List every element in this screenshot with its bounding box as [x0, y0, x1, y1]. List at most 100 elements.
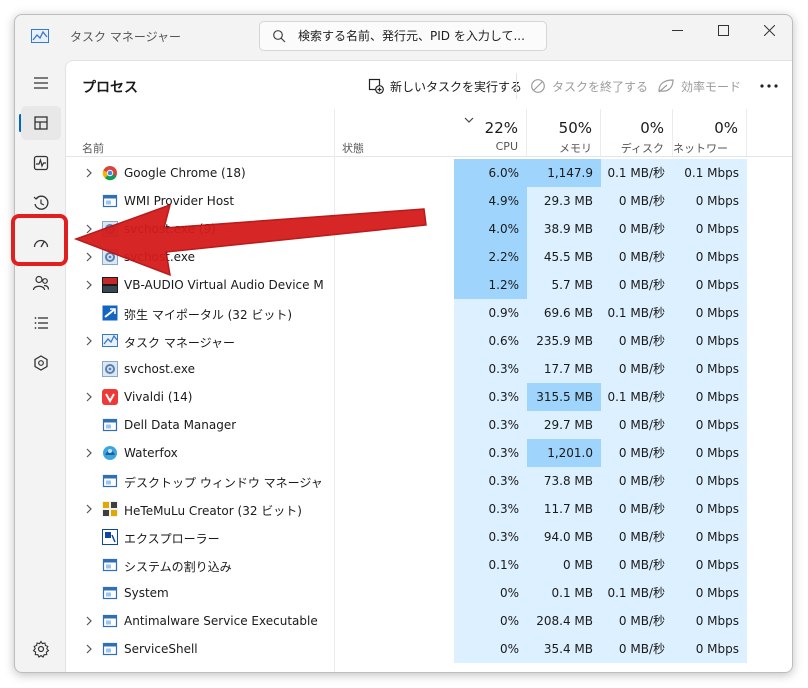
network-usage: 0 Mbps	[673, 355, 747, 383]
expand-chevron-right-icon[interactable]	[84, 447, 94, 459]
expand-chevron-right-icon[interactable]	[84, 391, 94, 403]
efficiency-mode-label: 効率モード	[681, 79, 742, 94]
process-row[interactable]: Antimalware Service Executable 0% 208.4 MB…	[66, 607, 792, 635]
close-button[interactable]	[747, 15, 791, 47]
memory-usage: 35.4 MB	[527, 635, 601, 663]
disk-usage: 0 MB/秒	[601, 187, 673, 215]
memory-usage: 0.1 MB	[527, 579, 601, 607]
memory-usage: 45.5 MB	[527, 243, 601, 271]
process-row[interactable]: ServiceShell 0% 35.4 MB 0 MB/秒 0 Mbps	[66, 635, 792, 663]
process-row[interactable]: システムの割り込み 0.1% 0 MB 0 MB/秒 0 Mbps	[66, 551, 792, 579]
more-options-icon[interactable]	[758, 77, 780, 95]
process-row[interactable]: WMI Provider Host 4.9% 29.3 MB 0 MB/秒 0 Mbps	[66, 187, 792, 215]
cpu-usage: 0.3%	[454, 411, 527, 439]
processes-panel: プロセス 新しいタスクを実行する タスクを終了する 効率モード 名前 状態 22…	[65, 60, 792, 672]
process-row[interactable]: VB-AUDIO Virtual Audio Device Mixi... 1.2…	[66, 271, 792, 299]
end-task-label: タスクを終了する	[552, 79, 649, 94]
vb-audio-icon	[102, 277, 118, 293]
column-header-memory[interactable]: 50% メモリ	[527, 109, 601, 156]
process-row[interactable]: Vivaldi (14) 0.3% 315.5 MB 0.1 MB/秒 0 Mbps	[66, 383, 792, 411]
close-icon	[764, 25, 775, 36]
search-icon	[273, 30, 286, 43]
disk-usage: 0 MB/秒	[601, 495, 673, 523]
minimize-button[interactable]	[655, 15, 699, 47]
nav-app-history[interactable]	[21, 186, 61, 220]
process-row[interactable]: HeTeMuLu Creator (32 ビット) 0.3% 11.7 MB 0 MB…	[66, 495, 792, 523]
process-row[interactable]: Waterfox 0.3%1,201.0 MB0 MB/秒0 Mbps	[66, 439, 792, 488]
column-header-cpu[interactable]: 22% CPU	[454, 109, 527, 156]
nav-settings[interactable]	[21, 632, 61, 666]
maximize-button[interactable]	[701, 15, 745, 47]
process-row[interactable]: svchost.exe (9) 4.0% 38.9 MB 0 MB/秒 0 Mbps	[66, 215, 792, 243]
expand-chevron-right-icon[interactable]	[84, 503, 94, 515]
memory-usage: 5.7 MB	[527, 271, 601, 299]
window-icon	[102, 418, 118, 432]
column-header-disk[interactable]: 0% ディスク	[601, 109, 673, 156]
nav-details[interactable]	[21, 306, 61, 340]
cpu-usage: 0%	[454, 635, 527, 663]
search-input[interactable]	[298, 26, 542, 46]
expand-chevron-right-icon[interactable]	[84, 279, 94, 291]
window-icon	[102, 474, 118, 488]
nav-startup-apps[interactable]	[21, 226, 61, 260]
cpu-usage: 0.1%	[454, 551, 527, 579]
search-box[interactable]	[259, 21, 547, 51]
process-row[interactable]: svchost.exe 0.3% 17.7 MB 0 MB/秒 0 Mbps	[66, 355, 792, 383]
process-row[interactable]: 弥生 マイポータル (32 ビット) 0.9% 69.6 MB 0.1 MB/秒 0 M…	[66, 299, 792, 327]
expand-chevron-right-icon[interactable]	[84, 335, 94, 347]
process-row[interactable]: svchost.exe 2.2% 45.5 MB 0 MB/秒 0 Mbps	[66, 243, 792, 271]
network-total: 0%	[714, 119, 738, 137]
process-row[interactable]: タスク マネージャー 0.6% 235.9 MB 0 MB/秒 0 Mbps	[66, 327, 792, 355]
column-header-name[interactable]: 名前	[66, 109, 334, 156]
expand-chevron-right-icon[interactable]	[84, 223, 94, 235]
cpu-usage: 0.9%	[454, 299, 527, 327]
disk-usage: 0.1 MB/秒	[601, 383, 673, 411]
disk-usage: 0 MB/秒	[601, 523, 673, 551]
gear-app-icon	[102, 361, 118, 377]
explorer-icon	[102, 529, 118, 545]
network-usage: 0 Mbps	[673, 523, 747, 551]
cpu-usage: 0.3%	[454, 495, 527, 523]
cpu-usage: 0.3%	[454, 467, 527, 495]
disk-usage: 0.1 MB/秒	[601, 579, 673, 607]
window-icon	[102, 642, 118, 656]
process-row[interactable]: Dell Data Manager 0.3% 29.7 MB 0 MB/秒 0 Mbps	[66, 411, 792, 439]
cpu-usage: 0.3%	[454, 439, 527, 467]
disk-total: 0%	[640, 119, 664, 137]
run-new-task-button[interactable]: 新しいタスクを実行する	[368, 75, 522, 97]
network-usage: 0.1 Mbps	[673, 159, 747, 187]
memory-usage: 69.6 MB	[527, 299, 601, 327]
nav-performance[interactable]	[21, 146, 61, 180]
performance-icon	[33, 155, 49, 171]
process-row[interactable]: System 0% 0.1 MB 0.1 MB/秒 0 Mbps	[66, 579, 792, 607]
disk-usage: 0 MB/秒	[601, 439, 673, 467]
disk-label: ディスク	[620, 142, 664, 155]
expand-chevron-right-icon[interactable]	[84, 615, 94, 627]
nav-users[interactable]	[21, 266, 61, 300]
process-row[interactable]: エクスプローラー 0.3% 94.0 MB 0 MB/秒 0 Mbps	[66, 523, 792, 551]
process-row[interactable]: Google Chrome (18) 6.0%1,147.9 MB0.1 MB/秒…	[66, 159, 792, 208]
process-name: HeTeMuLu Creator (32 ビット)	[124, 504, 302, 518]
expand-chevron-right-icon[interactable]	[84, 167, 94, 179]
network-usage: 0 Mbps	[673, 271, 747, 299]
end-task-button[interactable]: タスクを終了する	[530, 75, 648, 97]
services-puzzle-icon	[34, 355, 48, 371]
nav-processes[interactable]	[21, 106, 61, 140]
nav-menu-button[interactable]	[21, 66, 61, 100]
task-manager-window: タスク マネージャー 検索する名前、発行元、PID を入力して... プロセス …	[14, 14, 793, 673]
expand-chevron-right-icon[interactable]	[84, 251, 94, 263]
toolbar-separator	[516, 73, 517, 99]
efficiency-mode-button[interactable]: 効率モード	[657, 75, 741, 97]
column-header-status[interactable]: 状態	[334, 109, 454, 156]
column-header-network[interactable]: 0% ネットワーク	[673, 109, 747, 171]
process-row[interactable]: デスクトップ ウィンドウ マネージャー 0.3% 73.8 MB 0 MB/秒 0 Mb…	[66, 467, 792, 495]
disk-usage: 0 MB/秒	[601, 243, 673, 271]
memory-usage: 38.9 MB	[527, 215, 601, 243]
process-name: 弥生 マイポータル (32 ビット)	[124, 308, 293, 322]
nav-services[interactable]	[21, 346, 61, 380]
hetemulu-icon	[102, 501, 118, 517]
expand-chevron-right-icon[interactable]	[84, 643, 94, 655]
memory-usage: 73.8 MB	[527, 467, 601, 495]
hamburger-icon	[34, 77, 48, 89]
memory-usage: 315.5 MB	[527, 383, 601, 411]
